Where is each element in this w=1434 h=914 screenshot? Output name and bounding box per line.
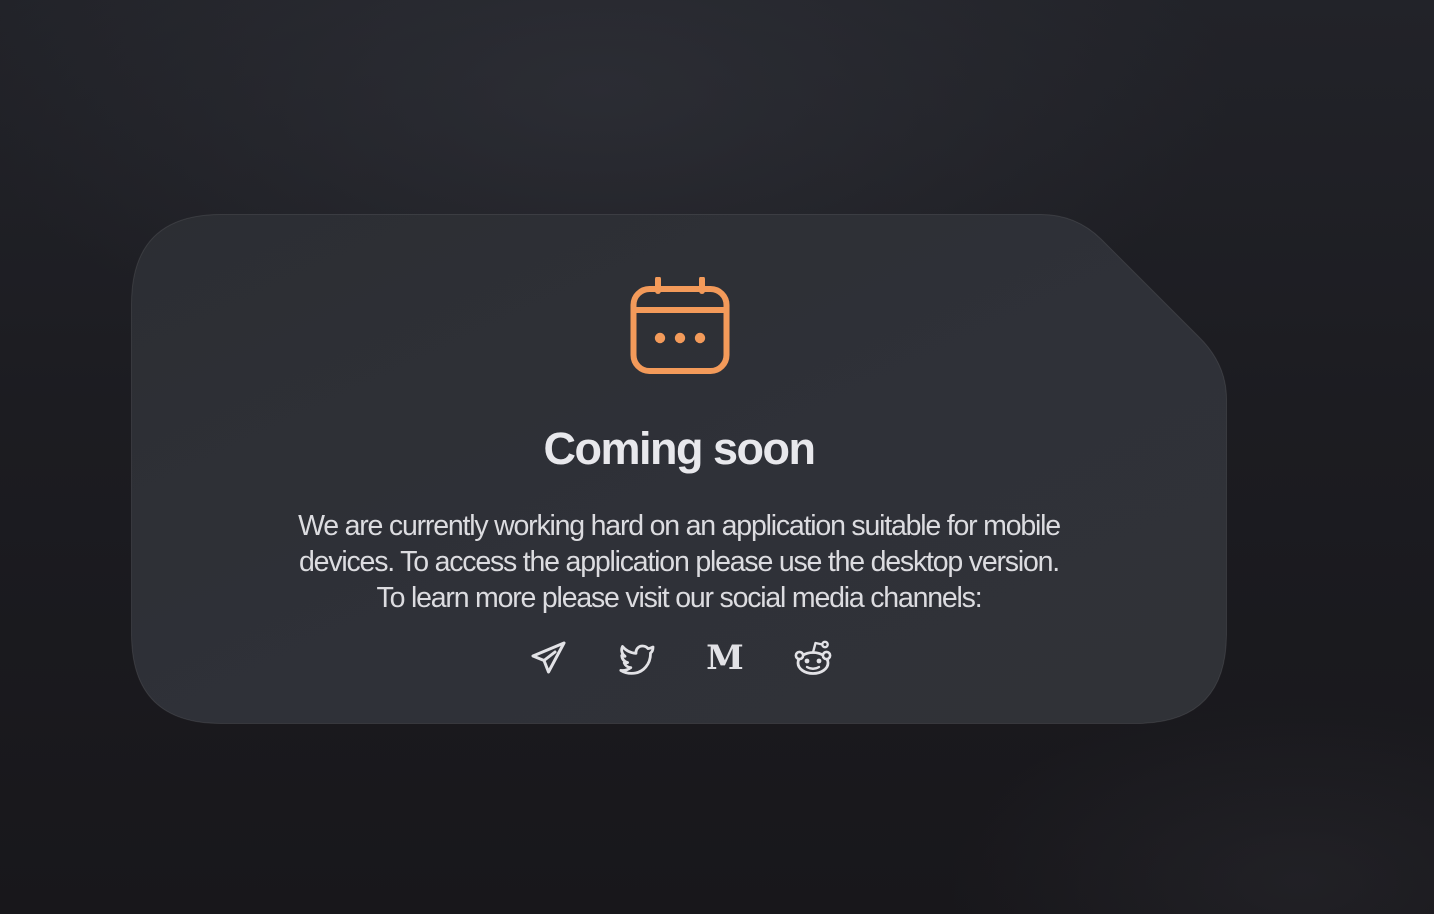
coming-soon-card: Coming soon We are currently working har… [131, 214, 1227, 724]
coming-soon-message: We are currently working hard on an appl… [229, 508, 1129, 616]
message-line: devices. To access the application pleas… [299, 546, 1060, 578]
reddit-icon [794, 640, 832, 675]
calendar-dots-icon [630, 277, 730, 374]
message-line: We are currently working hard on an appl… [298, 510, 1061, 542]
social-links: M [527, 634, 835, 682]
twitter-icon [619, 644, 655, 675]
twitter-link[interactable] [615, 636, 659, 680]
message-line: To learn more please visit our social me… [376, 582, 983, 614]
page-title: Coming soon [543, 423, 816, 474]
telegram-link[interactable] [527, 636, 571, 680]
medium-link[interactable]: M [703, 636, 747, 680]
reddit-link[interactable] [791, 636, 835, 680]
telegram-icon [531, 641, 566, 674]
medium-icon: M [706, 638, 744, 678]
